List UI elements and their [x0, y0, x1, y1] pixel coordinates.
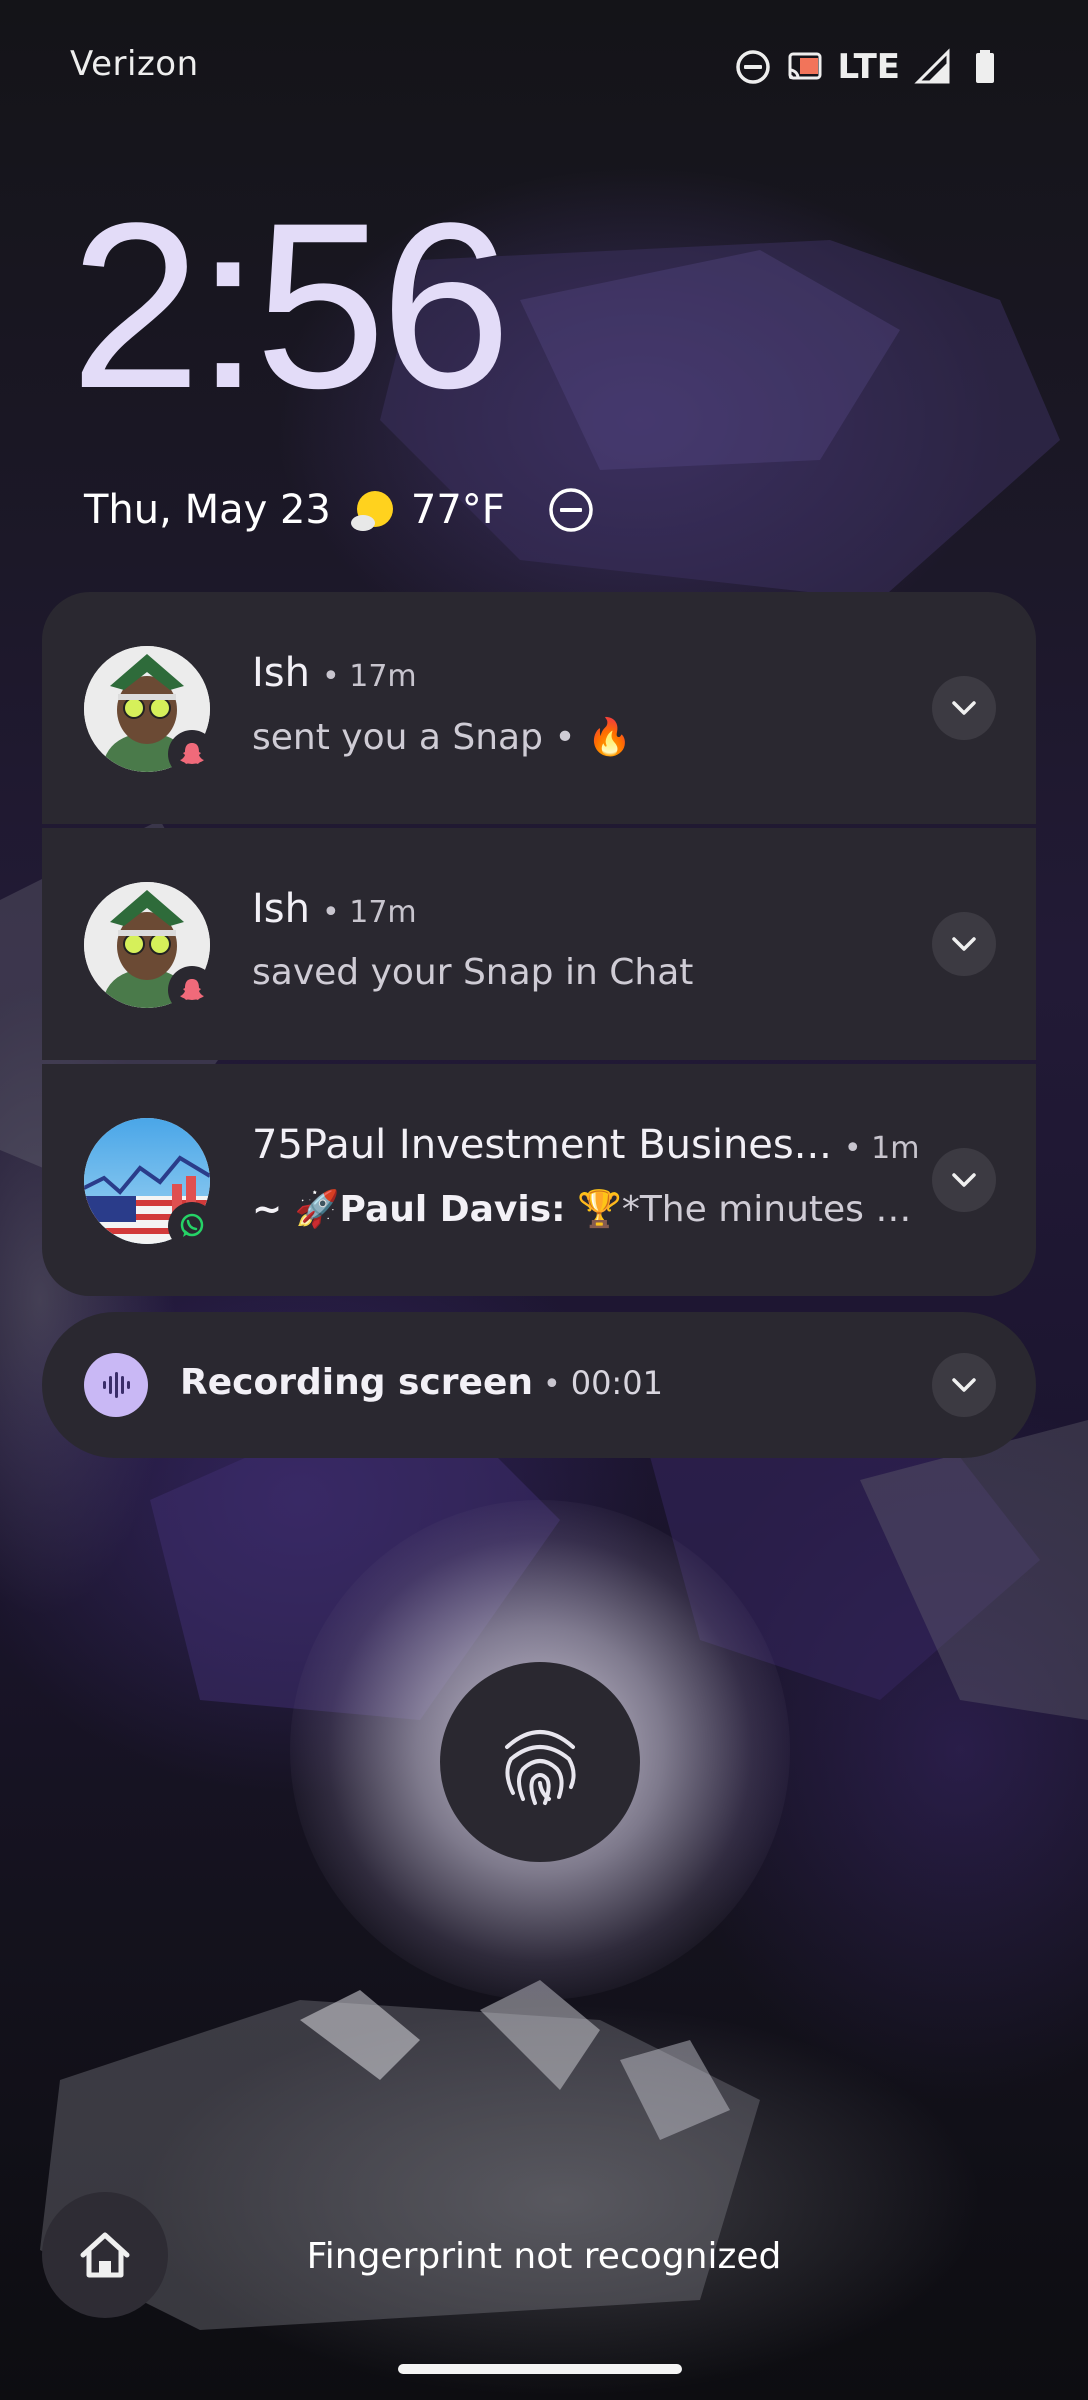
separator-dot: • [543, 1367, 561, 1402]
carrier-name: Verizon [70, 44, 199, 84]
notification-message: sent you a Snap • 🔥 [252, 717, 632, 758]
notification-message: ~ 🚀Paul Davis: 🏆*The minutes of t... [252, 1188, 932, 1230]
lockscreen-clock: 2:56 [70, 174, 511, 438]
snapchat-icon [180, 743, 204, 764]
notification-sender: 75Paul Investment Busines... [252, 1122, 832, 1168]
temperature-text: 77°F [410, 487, 505, 533]
dnd-icon [735, 50, 770, 84]
fingerprint-icon [505, 1730, 576, 1805]
notification-card[interactable]: Ish • 17m sent you a Snap • 🔥 [42, 592, 1036, 824]
chevron-down-icon [952, 937, 976, 951]
notification-stack: Ish • 17m sent you a Snap • 🔥 Ish • 17m … [42, 592, 1036, 1296]
recording-title: Recording screen [180, 1362, 533, 1403]
date-weather-row[interactable]: Thu, May 23 77°F [84, 476, 595, 544]
notification-time: • 1m [843, 1131, 920, 1166]
notification-sender: Ish [252, 886, 310, 932]
fingerprint-sensor[interactable] [440, 1662, 640, 1862]
chevron-down-icon [952, 1378, 976, 1392]
fingerprint-error-message: Fingerprint not recognized [306, 2236, 782, 2277]
chevron-down-icon [952, 701, 976, 715]
recording-notification[interactable]: Recording screen • 00:01 [42, 1312, 1036, 1458]
message-author: ~ 🚀Paul Davis: [252, 1189, 566, 1230]
whatsapp-badge [168, 1202, 216, 1250]
notification-message: saved your Snap in Chat [252, 952, 694, 993]
whatsapp-icon [180, 1213, 204, 1237]
date-text: Thu, May 23 [84, 487, 331, 533]
recording-elapsed: 00:01 [570, 1364, 663, 1402]
status-icons: LTE [734, 44, 1004, 90]
notification-card[interactable]: 75Paul Investment Busines... • 1m ~ 🚀Pau… [42, 1064, 1036, 1296]
expand-button[interactable] [932, 1353, 996, 1417]
snapchat-badge [168, 730, 216, 778]
snapchat-badge [168, 966, 216, 1014]
notification-sender: Ish [252, 650, 310, 696]
battery-icon [976, 50, 994, 83]
sound-wave-icon [103, 1372, 130, 1398]
dnd-icon [549, 488, 593, 532]
snapchat-icon [180, 979, 204, 1000]
lock-screen: Verizon LTE 2:56 Thu, May 23 77°F Ish • … [0, 0, 1088, 2400]
notification-time: • 17m [322, 659, 417, 694]
chevron-down-icon [952, 1173, 976, 1187]
expand-button[interactable] [932, 912, 996, 976]
partly-sunny-icon [350, 491, 393, 531]
expand-button[interactable] [932, 1148, 996, 1212]
expand-button[interactable] [932, 676, 996, 740]
notification-time: • 17m [322, 895, 417, 930]
notification-card[interactable]: Ish • 17m saved your Snap in Chat [42, 828, 1036, 1060]
message-text: 🏆*The minutes of t... [565, 1189, 932, 1230]
cast-icon [788, 52, 822, 80]
recording-icon-badge [84, 1353, 148, 1417]
status-bar: Verizon LTE [0, 0, 1088, 130]
gesture-nav-handle[interactable] [398, 2364, 682, 2374]
network-type: LTE [837, 47, 900, 87]
signal-icon [914, 48, 950, 84]
